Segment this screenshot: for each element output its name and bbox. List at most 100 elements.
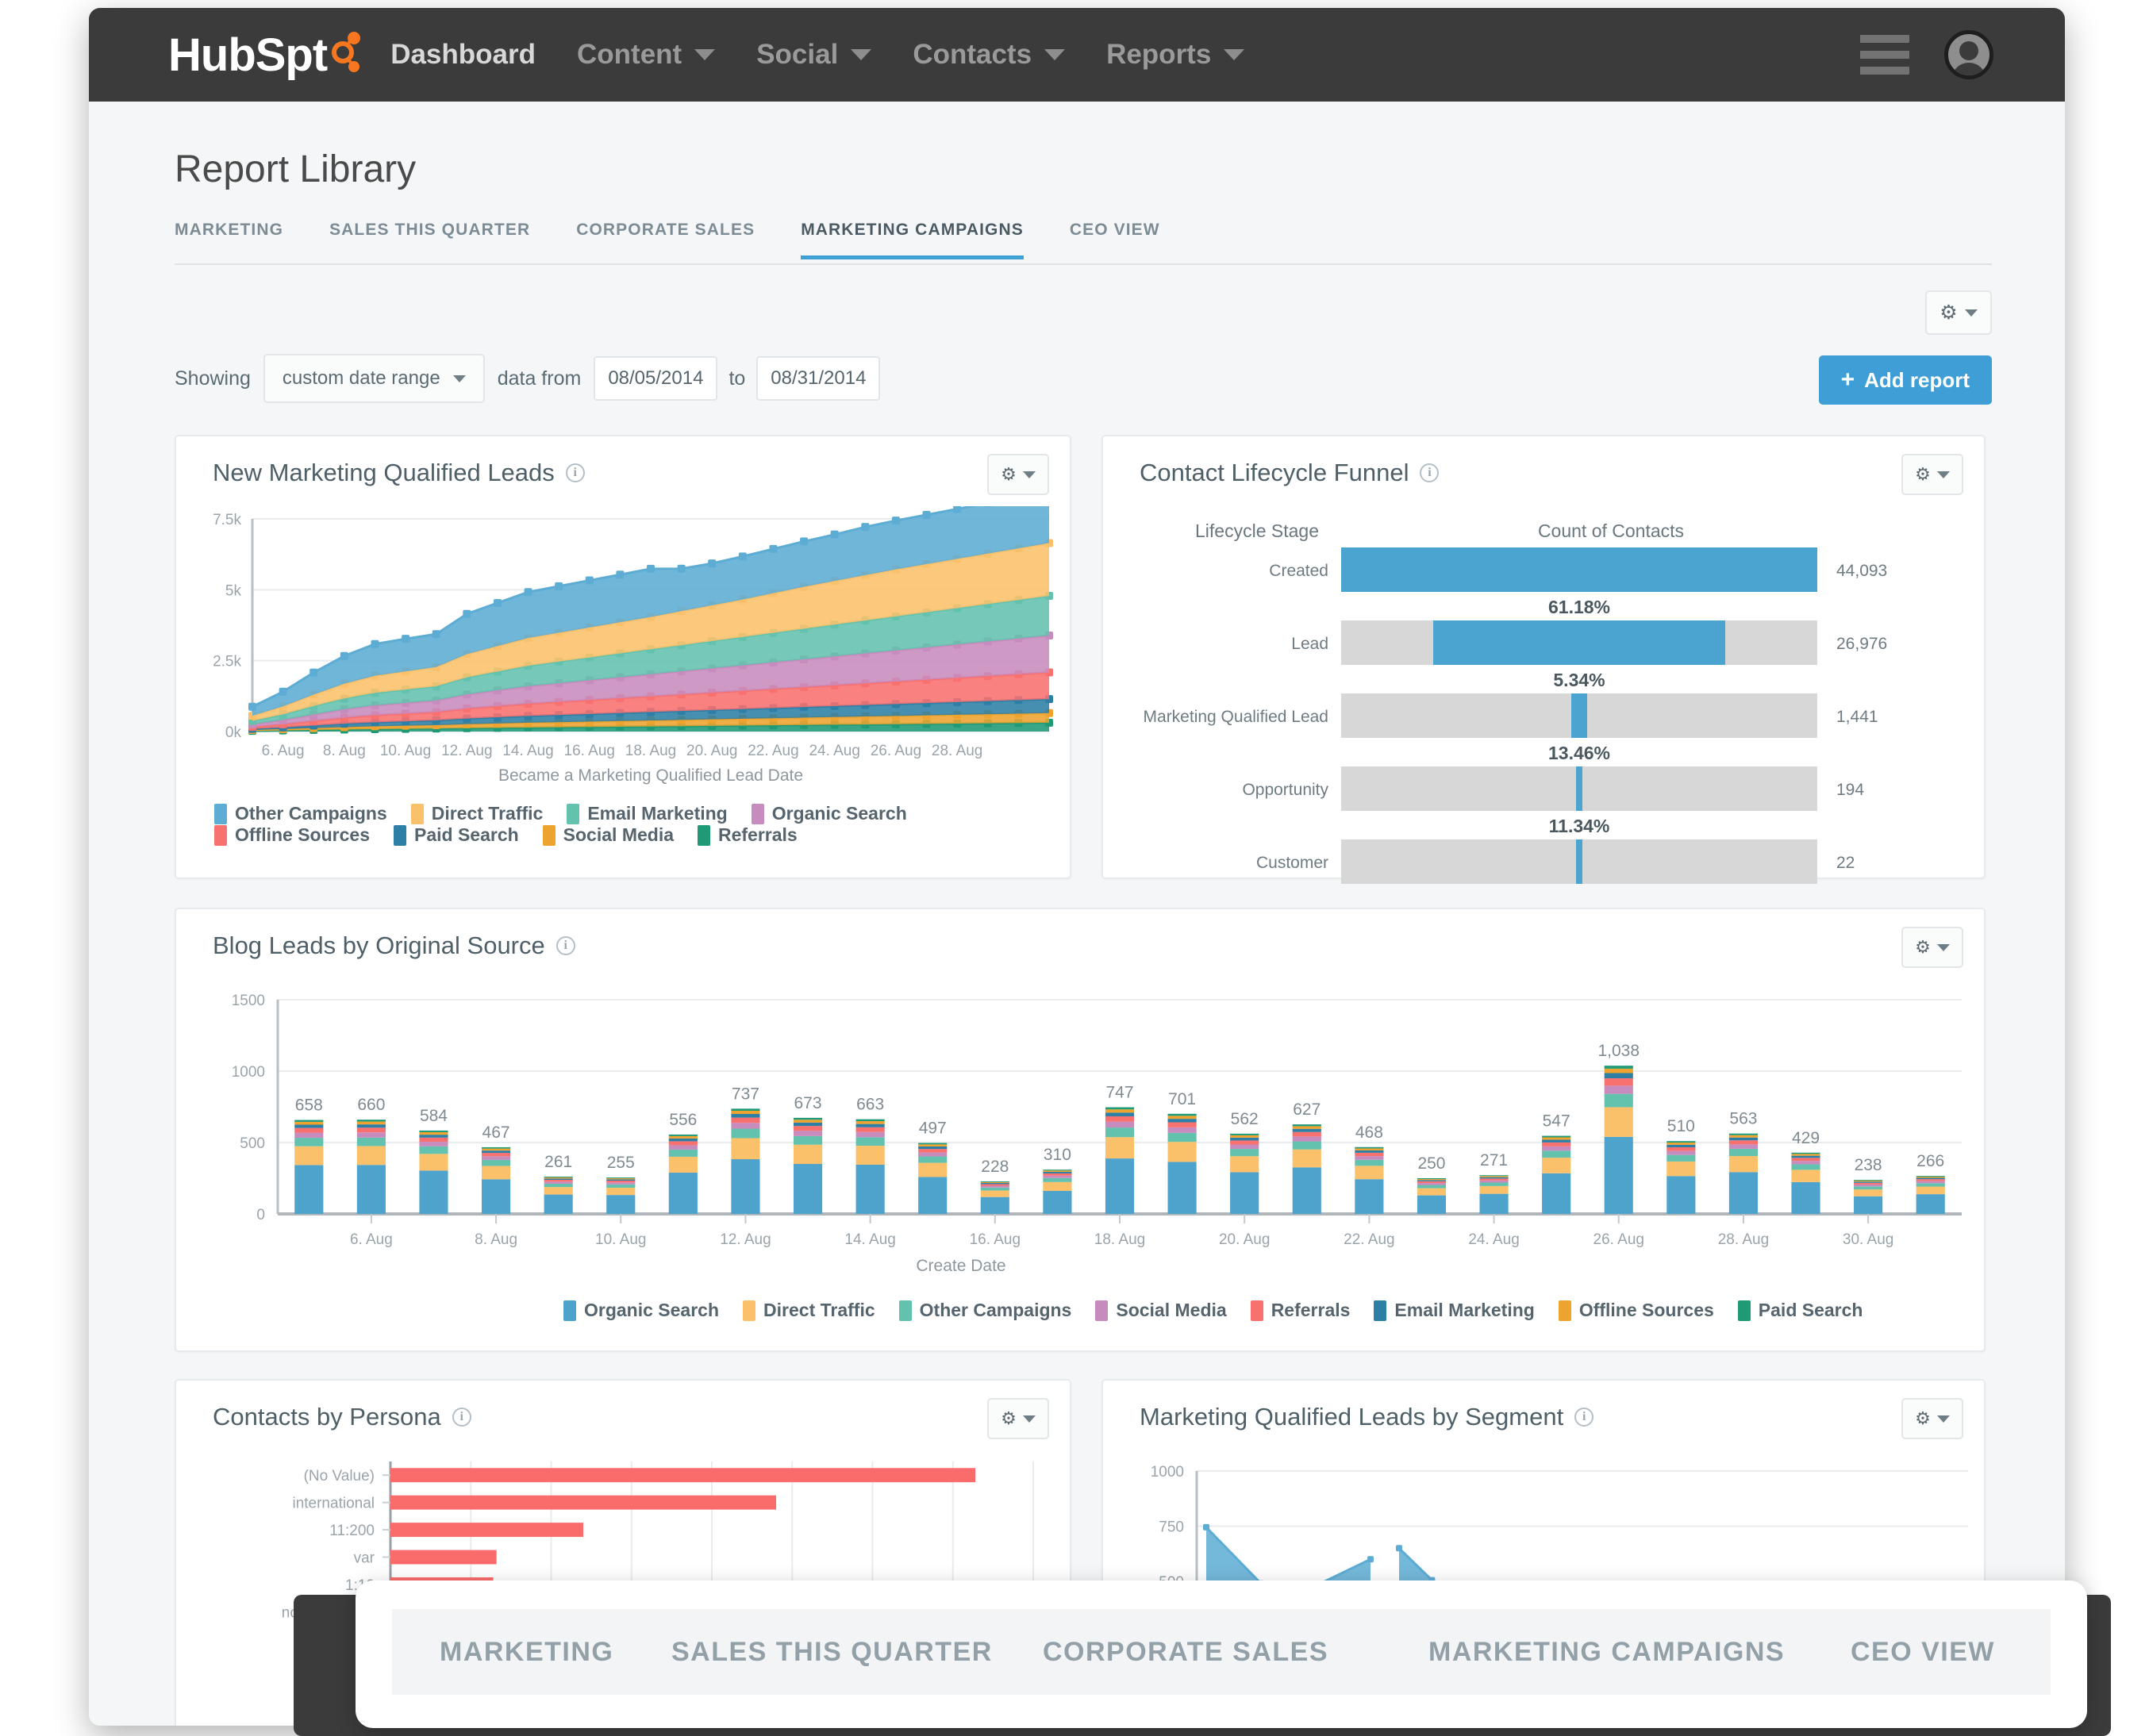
card-settings-button-persona[interactable]: ⚙ (987, 1398, 1049, 1439)
avatar[interactable] (1944, 30, 1993, 79)
bar-segment (668, 1156, 698, 1173)
y-axis-category: var (354, 1550, 375, 1567)
bar-segment (1479, 1180, 1509, 1183)
info-icon[interactable]: i (452, 1408, 471, 1427)
bar-segment (1105, 1109, 1135, 1113)
card-title-segment: Marketing Qualified Leads by Segment i (1140, 1403, 1594, 1431)
legend-item[interactable]: Direct Traffic (743, 1300, 875, 1321)
bar (390, 1550, 497, 1565)
tab-marketing-campaigns[interactable]: MARKETING CAMPAIGNS (801, 221, 1024, 259)
x-axis-tick: 22. Aug (748, 743, 798, 759)
overlay-tab[interactable]: CORPORATE SALES (1043, 1637, 1328, 1668)
bar-segment (1105, 1112, 1135, 1116)
bar-segment (1604, 1107, 1633, 1137)
legend-item[interactable]: Social Media (542, 824, 674, 846)
nav-item-reports[interactable]: Reports (1106, 39, 1245, 71)
tab-ceo-view[interactable]: CEO VIEW (1070, 221, 1160, 259)
chevron-down-icon (1022, 470, 1036, 478)
hamburger-icon[interactable] (1860, 35, 1909, 75)
bar-segment (419, 1130, 448, 1132)
nav-item-contacts[interactable]: Contacts (913, 39, 1066, 71)
funnel-conversion-pct: 11.34% (1548, 816, 1610, 836)
x-axis-tick: 14. Aug (844, 1231, 895, 1248)
bar-segment (793, 1126, 823, 1131)
legend-item[interactable]: Email Marketing (567, 803, 728, 824)
bar-segment (1355, 1156, 1384, 1160)
legend-item[interactable]: Other Campaigns (898, 1300, 1071, 1321)
end-date-input[interactable]: 08/31/2014 (756, 356, 881, 401)
legend-swatch (214, 803, 227, 824)
legend-item[interactable]: Paid Search (393, 824, 519, 846)
legend-blog: Organic Search Direct Traffic Other Campai… (563, 1300, 1960, 1321)
add-report-label: Add report (1864, 367, 1970, 392)
bar-segment (606, 1181, 636, 1183)
bar-segment (1105, 1158, 1135, 1214)
tab-corporate-sales[interactable]: CORPORATE SALES (576, 221, 755, 259)
legend-item[interactable]: Organic Search (751, 803, 907, 824)
date-range-select[interactable]: custom date range (263, 354, 485, 403)
bar-segment (855, 1164, 885, 1214)
bar-segment (1292, 1167, 1321, 1214)
nav-item-dashboard[interactable]: Dashboard (390, 39, 536, 71)
legend-item[interactable]: Referrals (698, 824, 798, 846)
card-settings-button-mql[interactable]: ⚙ (987, 454, 1049, 495)
bar-segment (356, 1165, 386, 1214)
legend-item[interactable]: Other Campaigns (214, 803, 387, 824)
bar-segment (1916, 1194, 1945, 1214)
bar-segment (1105, 1127, 1135, 1138)
card-settings-button-funnel[interactable]: ⚙ (1901, 454, 1963, 495)
info-icon[interactable]: i (1574, 1408, 1594, 1427)
bar-value-label: 584 (420, 1107, 448, 1125)
legend-item[interactable]: Email Marketing (1374, 1300, 1535, 1321)
legend-item[interactable]: Organic Search (563, 1300, 719, 1321)
overlay-tab[interactable]: SALES THIS QUARTER (671, 1637, 993, 1668)
bar-segment (980, 1190, 1009, 1197)
gear-icon: ⚙ (1001, 464, 1017, 484)
overlay-tab[interactable]: MARKETING CAMPAIGNS (1428, 1637, 1785, 1668)
bar-segment (918, 1146, 948, 1150)
info-icon[interactable]: i (565, 463, 585, 482)
legend-item[interactable]: Paid Search (1737, 1300, 1863, 1321)
funnel-stage-label: Marketing Qualified Lead (1143, 708, 1328, 726)
funnel-bar-track (1341, 693, 1817, 738)
date-range-value: custom date range (282, 367, 440, 389)
add-report-button[interactable]: + Add report (1818, 355, 1992, 405)
chevron-down-icon (1936, 470, 1950, 478)
legend-item[interactable]: Social Media (1095, 1300, 1227, 1321)
bar-segment (1167, 1127, 1197, 1133)
bar-segment (1355, 1152, 1384, 1157)
nav-item-content[interactable]: Content (577, 39, 716, 71)
bar-segment (1542, 1158, 1571, 1173)
page-settings-button[interactable]: ⚙ (1925, 290, 1992, 335)
bar-segment (1167, 1142, 1197, 1162)
nav-item-social[interactable]: Social (756, 39, 872, 71)
bar-segment (1479, 1182, 1509, 1186)
card-settings-button-blog[interactable]: ⚙ (1901, 927, 1963, 968)
bar-segment (1916, 1183, 1945, 1187)
bar (390, 1523, 583, 1538)
x-axis-tick: 8. Aug (323, 743, 366, 759)
x-axis-tick: 12. Aug (720, 1231, 771, 1248)
start-date-input[interactable]: 08/05/2014 (594, 356, 718, 401)
bar-segment (731, 1110, 760, 1114)
legend-item[interactable]: Offline Sources (1558, 1300, 1714, 1321)
legend-item[interactable]: Referrals (1250, 1300, 1350, 1321)
overlay-tab[interactable]: CEO VIEW (1851, 1637, 1995, 1668)
overlay-tab[interactable]: MARKETING (440, 1637, 613, 1668)
legend-swatch (214, 824, 227, 846)
legend-label: Social Media (1116, 1300, 1227, 1320)
x-axis-title: Became a Marketing Qualified Lead Date (498, 766, 803, 785)
bar-segment (481, 1179, 511, 1214)
hubspot-logo[interactable]: HubSpt (168, 29, 360, 82)
bar-value-label: 701 (1168, 1090, 1196, 1108)
bar-segment (606, 1178, 636, 1180)
card-settings-button-segment[interactable]: ⚙ (1901, 1398, 1963, 1439)
tab-marketing[interactable]: MARKETING (175, 221, 283, 259)
info-icon[interactable]: i (556, 936, 575, 955)
tab-sales-this-quarter[interactable]: SALES THIS QUARTER (329, 221, 530, 259)
legend-item[interactable]: Direct Traffic (410, 803, 543, 824)
bar-segment (544, 1178, 573, 1181)
funnel-stage-label: Created (1269, 562, 1328, 580)
legend-item[interactable]: Offline Sources (214, 824, 370, 846)
info-icon[interactable]: i (1420, 463, 1440, 482)
